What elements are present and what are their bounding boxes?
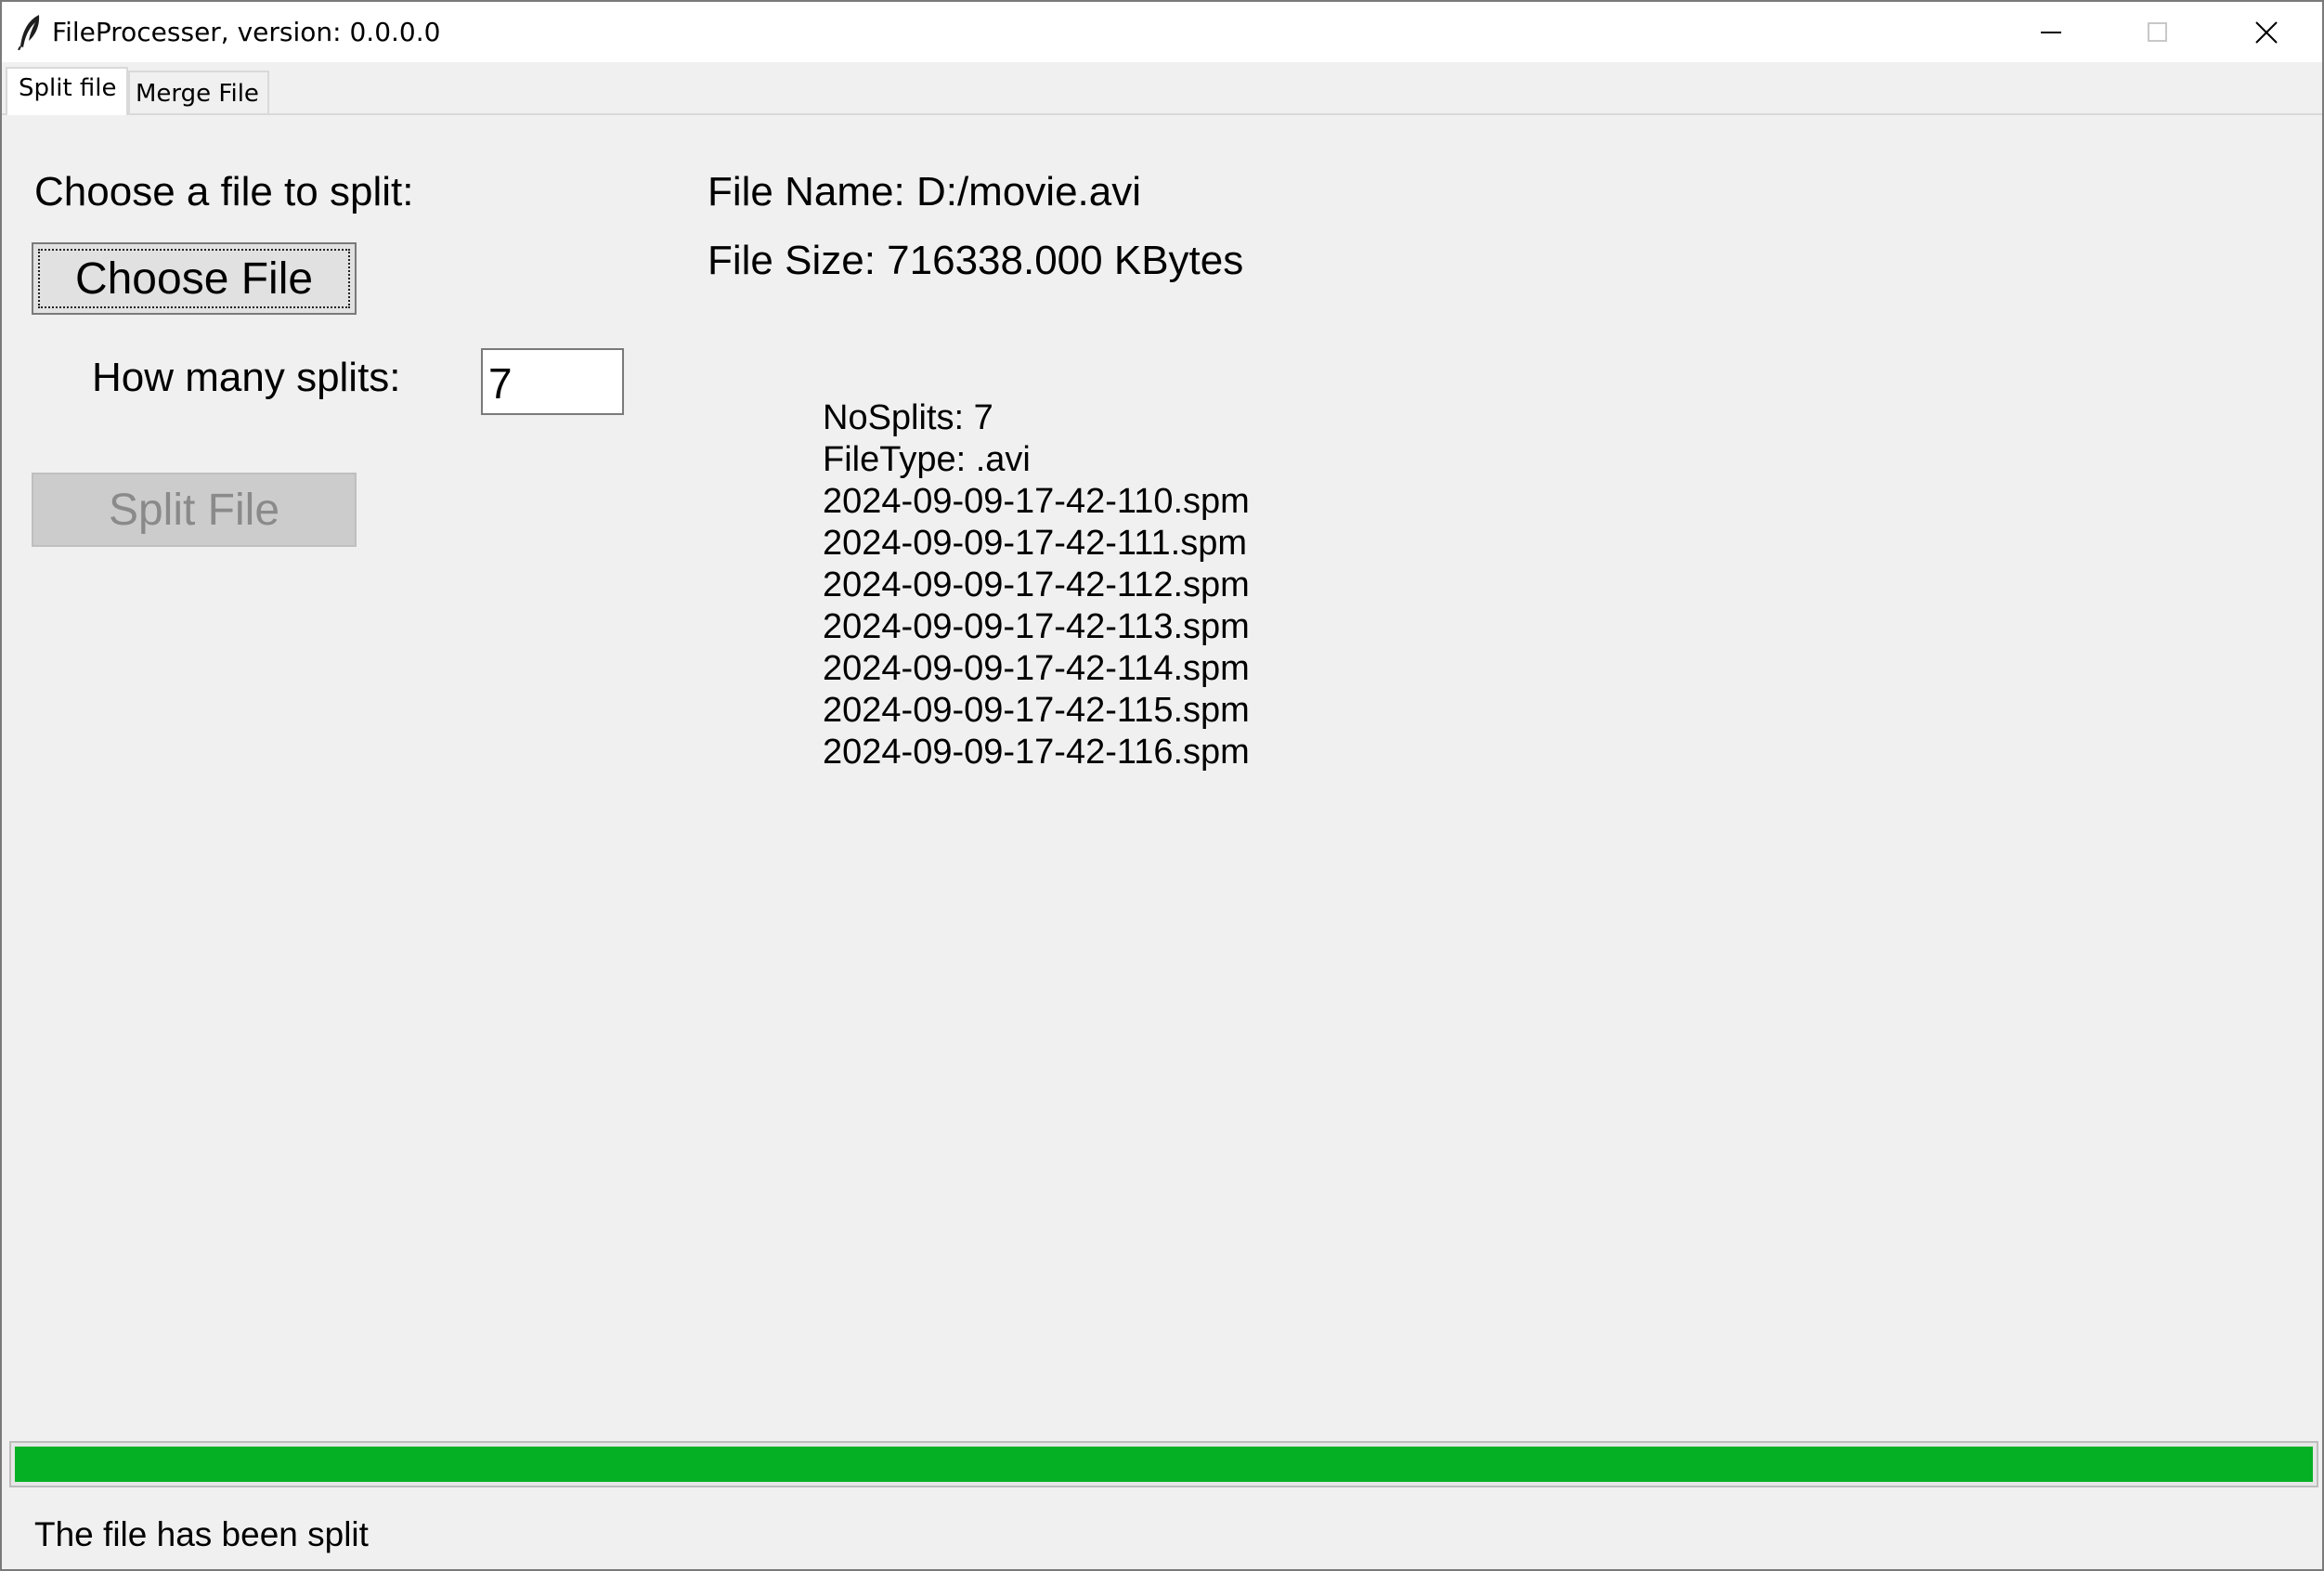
minimize-button[interactable]	[2002, 2, 2106, 62]
close-button[interactable]	[2215, 2, 2319, 62]
split-info-list: NoSplits: 7 FileType: .avi 2024-09-09-17…	[823, 397, 1250, 773]
feather-icon	[18, 15, 40, 50]
file-name-label: File Name: D:/movie.avi	[708, 169, 1142, 214]
close-icon	[2255, 21, 2278, 44]
splits-count-input[interactable]	[481, 348, 624, 415]
list-item: 2024-09-09-17-42-115.spm	[823, 691, 1250, 730]
choose-file-button[interactable]: Choose File	[32, 242, 357, 315]
list-item: 2024-09-09-17-42-116.spm	[823, 733, 1250, 772]
list-item: NoSplits: 7	[823, 398, 993, 437]
tab-merge-file[interactable]: Merge File	[128, 71, 269, 113]
title-bar[interactable]: FileProcesser, version: 0.0.0.0	[2, 2, 2322, 62]
minimize-icon	[2041, 32, 2061, 33]
maximize-icon	[2148, 22, 2167, 42]
tab-split-file[interactable]: Split file	[6, 67, 128, 115]
list-item: 2024-09-09-17-42-110.spm	[823, 482, 1250, 521]
window-title: FileProcesser, version: 0.0.0.0	[52, 17, 441, 47]
status-message: The file has been split	[34, 1515, 369, 1553]
list-item: FileType: .avi	[823, 440, 1031, 479]
tab-divider	[2, 113, 2322, 115]
choose-file-button-label: Choose File	[74, 253, 314, 304]
choose-file-label: Choose a file to split:	[34, 169, 414, 214]
list-item: 2024-09-09-17-42-113.spm	[823, 607, 1250, 646]
file-size-label: File Size: 716338.000 KBytes	[708, 238, 1244, 283]
progress-fill	[15, 1447, 2313, 1482]
progress-bar	[9, 1441, 2318, 1487]
maximize-button[interactable]	[2108, 2, 2212, 62]
list-item: 2024-09-09-17-42-114.spm	[823, 649, 1250, 688]
split-file-button[interactable]: Split File	[32, 473, 357, 547]
tab-bar	[2, 62, 2322, 114]
list-item: 2024-09-09-17-42-111.spm	[823, 524, 1247, 563]
list-item: 2024-09-09-17-42-112.spm	[823, 565, 1250, 604]
app-window: FileProcesser, version: 0.0.0.0 Split fi…	[0, 0, 2324, 1571]
splits-count-label: How many splits:	[92, 355, 401, 400]
